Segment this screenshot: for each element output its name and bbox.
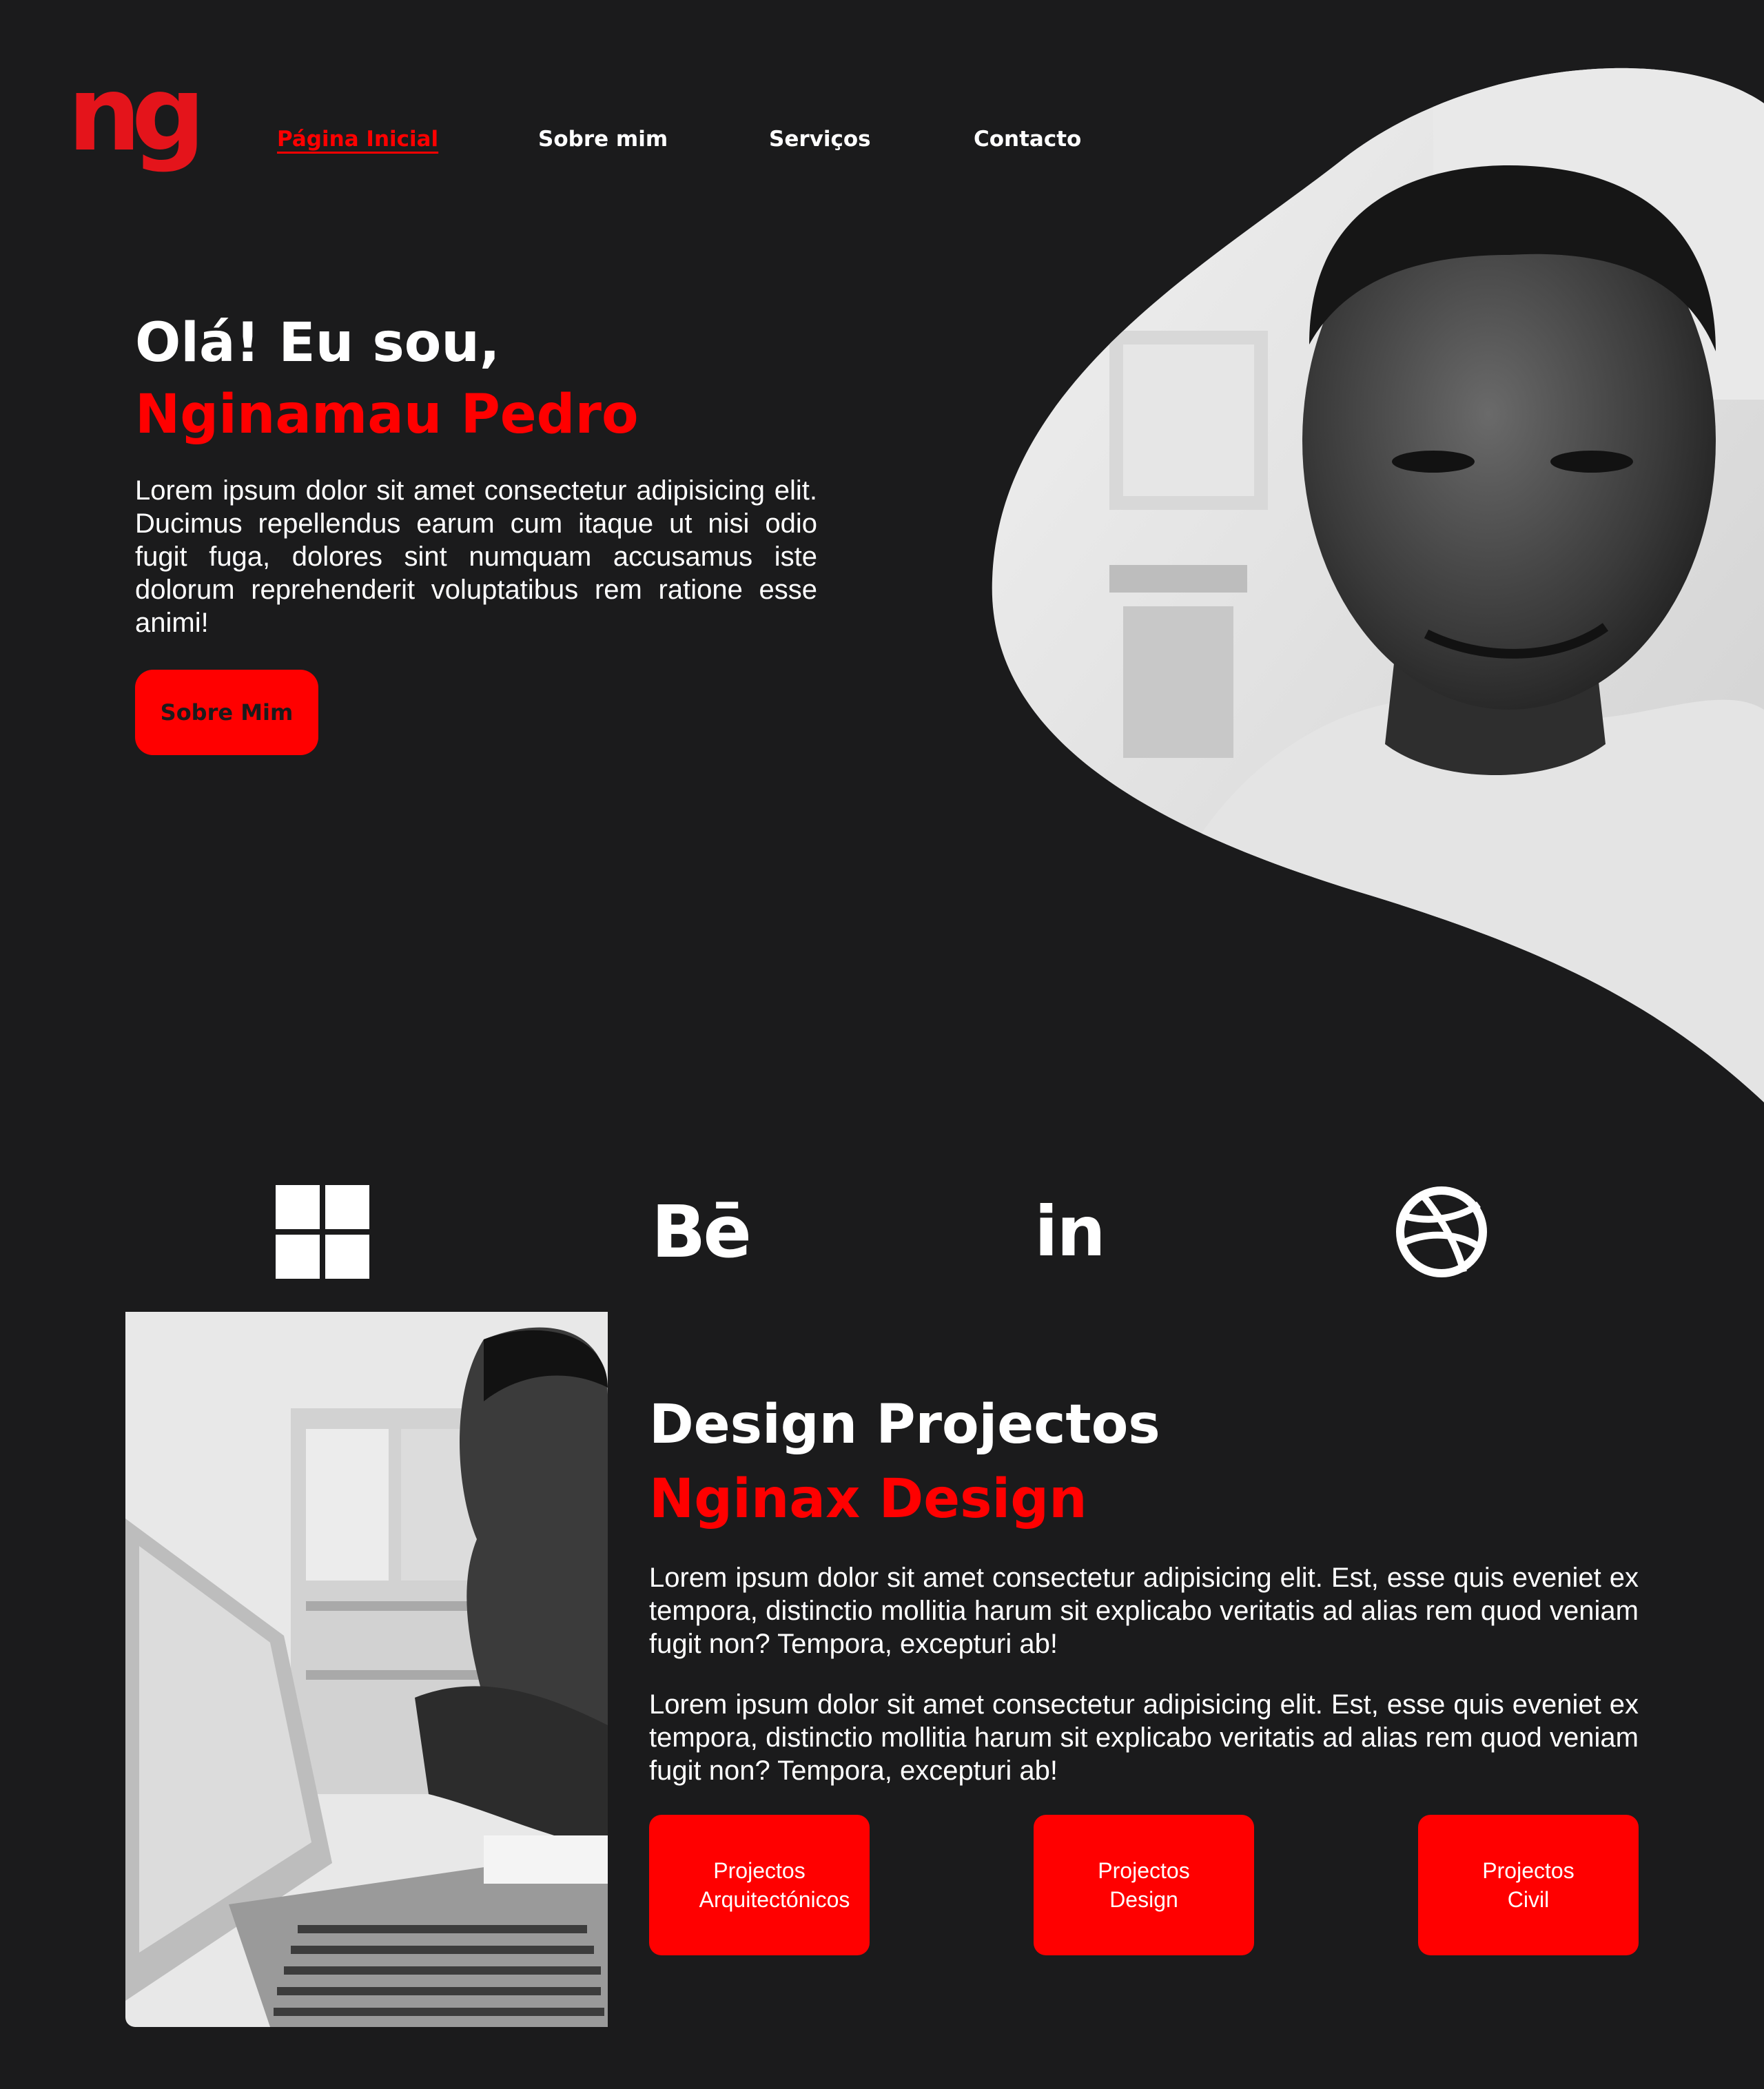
nav-pagina-inicial[interactable]: Página Inicial — [277, 124, 438, 154]
button-line-2: Design — [1109, 1887, 1178, 1912]
behance-label: Bē — [651, 1190, 752, 1274]
projectos-civil-button[interactable]: Projectos Civil — [1418, 1815, 1639, 1955]
nav-servicos[interactable]: Serviços — [769, 124, 871, 154]
button-line-1: Projectos — [1098, 1858, 1190, 1883]
projects-paragraph-1: Lorem ipsum dolor sit amet consectetur a… — [649, 1563, 1639, 1659]
windows-icon[interactable] — [274, 1184, 371, 1280]
hero-description: Lorem ipsum dolor sit amet consectetur a… — [135, 475, 817, 638]
nav-sobre-mim[interactable]: Sobre mim — [538, 124, 668, 154]
projects-title: Design Projectos — [649, 1394, 1160, 1456]
projects-paragraph-2: Lorem ipsum dolor sit amet consectetur a… — [649, 1689, 1639, 1786]
button-line-1: Projectos — [713, 1858, 806, 1883]
work-photo — [125, 1312, 608, 2027]
linkedin-icon[interactable]: in — [1021, 1184, 1118, 1280]
sobre-mim-button[interactable]: Sobre Mim — [135, 670, 318, 755]
hero-portrait-photo — [992, 68, 1764, 1102]
button-line-1: Projectos — [1482, 1858, 1575, 1883]
behance-icon[interactable]: Bē — [651, 1184, 752, 1280]
button-line-2: Arquitectónicos — [699, 1887, 850, 1912]
hero-name: Nginamau Pedro — [135, 384, 639, 446]
projectos-arquitectonicos-button[interactable]: Projectos Arquitectónicos — [649, 1815, 870, 1955]
dribbble-icon[interactable] — [1393, 1184, 1490, 1280]
linkedin-label: in — [1034, 1191, 1105, 1272]
logo[interactable]: ng — [68, 54, 212, 194]
hero-greeting: Olá! Eu sou, — [135, 312, 500, 374]
button-line-2: Civil — [1507, 1887, 1550, 1912]
projectos-design-button[interactable]: Projectos Design — [1034, 1815, 1254, 1955]
logo-text: ng — [68, 77, 197, 174]
projects-subtitle: Nginax Design — [649, 1468, 1087, 1530]
